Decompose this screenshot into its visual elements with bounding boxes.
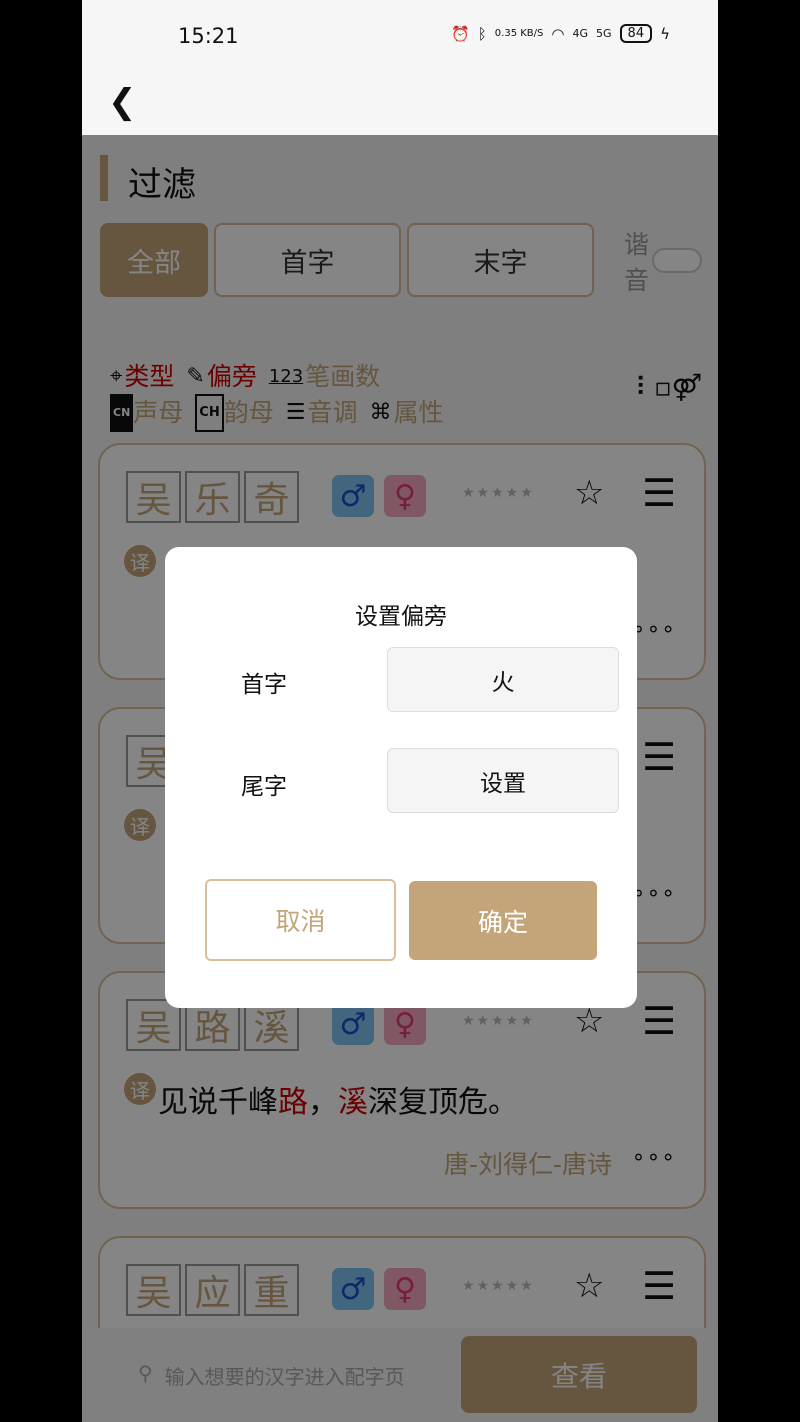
status-icons: ⏰ ᛒ 0.35 KB/S ◠ 4G 5G 84 ϟ [451, 24, 670, 43]
nav-bar: ❮ [82, 70, 718, 135]
radical-dialog: 设置偏旁 首字 火 尾字 设置 取消 确定 [165, 547, 637, 1008]
dialog-title: 设置偏旁 [355, 604, 447, 630]
cancel-button[interactable]: 取消 [205, 879, 396, 961]
signal-5g: 5G [596, 27, 612, 40]
app-screen: 15:21 ⏰ ᛒ 0.35 KB/S ◠ 4G 5G 84 ϟ ❮ 过滤 全部… [82, 0, 718, 1422]
charging-icon: ϟ [660, 24, 670, 43]
last-char-label: 尾字 [241, 774, 287, 800]
back-icon[interactable]: ❮ [108, 82, 137, 122]
last-char-radical-select[interactable]: 设置 [387, 748, 619, 813]
net-speed: 0.35 KB/S [494, 28, 544, 39]
bluetooth-icon: ᛒ [477, 24, 487, 43]
first-char-label: 首字 [241, 672, 287, 698]
confirm-button[interactable]: 确定 [409, 881, 597, 960]
first-char-radical-select[interactable]: 火 [387, 647, 619, 712]
wifi-icon: ◠ [551, 24, 565, 43]
status-bar: 15:21 ⏰ ᛒ 0.35 KB/S ◠ 4G 5G 84 ϟ [82, 0, 718, 70]
clock: 15:21 [178, 24, 239, 48]
signal-4g: 4G [572, 27, 589, 40]
alarm-icon: ⏰ [451, 24, 470, 43]
battery: 84 [619, 24, 653, 43]
